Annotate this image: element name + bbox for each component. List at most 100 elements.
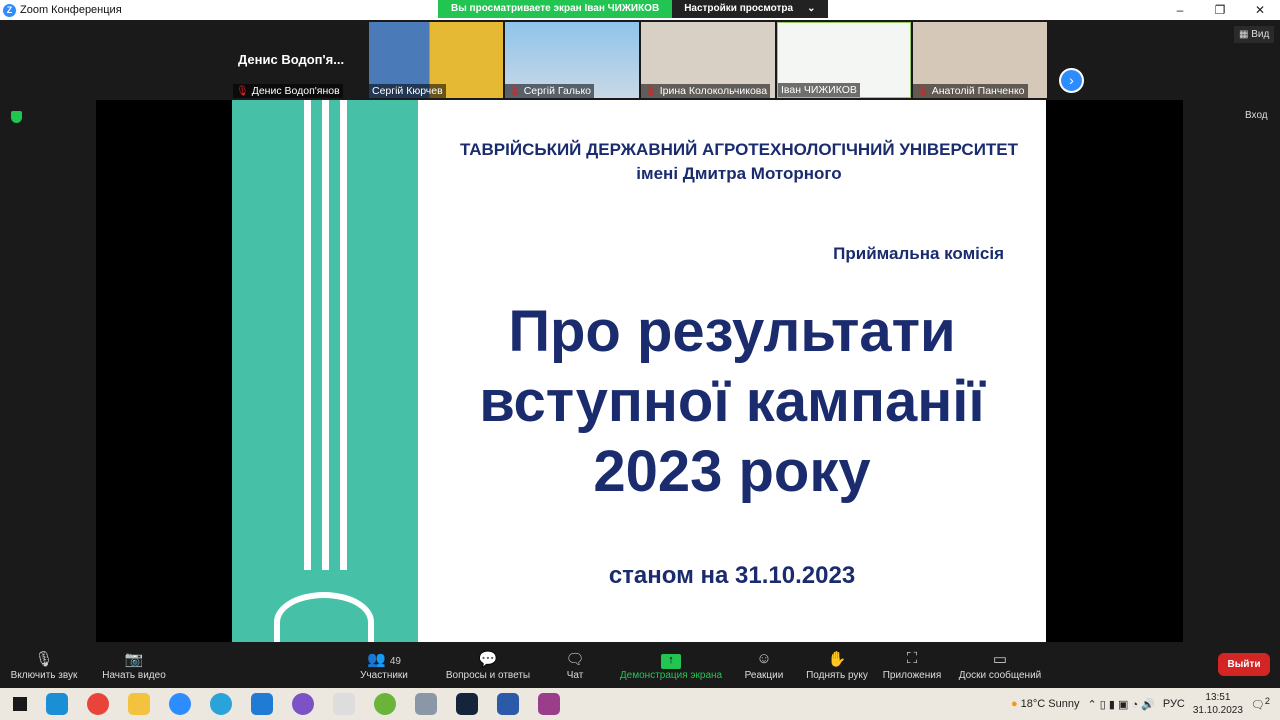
- reactions-label: Реакции: [744, 670, 784, 681]
- leave-button[interactable]: Выйти: [1218, 653, 1270, 676]
- participant-tile[interactable]: Денис Водоп'я... 🎙 Денис Водоп'янов: [233, 22, 367, 98]
- presentation-slide: ТАВРІЙСЬКИЙ ДЕРЖАВНИЙ АГРОТЕХНОЛОГІЧНИЙ …: [232, 100, 1046, 642]
- slide-title-line3: 2023 року: [593, 439, 871, 504]
- participant-name: Сергій Галько: [523, 85, 591, 97]
- vpn-icon[interactable]: [456, 693, 478, 715]
- muted-mic-icon: 🎙: [916, 86, 929, 97]
- whiteboards-button[interactable]: ▭ Доски сообщений: [952, 650, 1048, 681]
- muted-mic-icon: 🎙: [236, 86, 249, 97]
- start-video-label: Начать видео: [102, 670, 166, 681]
- word-icon[interactable]: [497, 693, 519, 715]
- smiley-icon: ☺: [756, 650, 772, 667]
- raise-hand-label: Поднять руку: [806, 670, 868, 681]
- participants-count: 49: [389, 656, 401, 667]
- reactions-button[interactable]: ☺ Реакции: [738, 650, 790, 681]
- language-indicator[interactable]: РУС: [1163, 698, 1185, 710]
- participant-tile[interactable]: 🎙 Ірина Колокольчикова: [641, 22, 775, 98]
- apps-button[interactable]: ⛶ Приложения: [878, 650, 946, 681]
- raise-hand-button[interactable]: ✋ Поднять руку: [800, 650, 874, 681]
- start-video-button[interactable]: 📷 Начать видео: [98, 650, 170, 681]
- participant-tile[interactable]: 🎙 Сергій Галько: [505, 22, 639, 98]
- window-title: Zoom Конференция: [20, 4, 122, 16]
- utorrent-icon[interactable]: [374, 693, 396, 715]
- unmute-button[interactable]: 🎙 Включить звук: [6, 650, 82, 681]
- chat-icon: 🗨: [565, 651, 585, 668]
- qa-icon: 💬: [478, 651, 498, 668]
- sun-icon: ●: [1010, 698, 1018, 710]
- weather-widget[interactable]: ● 18°C Sunny: [1011, 698, 1080, 710]
- apps-label: Приложения: [882, 670, 942, 681]
- telegram-icon[interactable]: [210, 693, 232, 715]
- system-tray: ● 18°C Sunny ⌃ ▯ ▮ ▣ ◔ 🔊 РУС 13:51 31.10.…: [1011, 688, 1280, 720]
- file-explorer-icon[interactable]: [128, 693, 150, 715]
- active-speaker-name: Денис Водоп'я...: [238, 52, 345, 67]
- whiteboard-icon: ▭: [992, 651, 1008, 668]
- chrome-icon[interactable]: [87, 693, 109, 715]
- tray-icons[interactable]: ⌃ ▯ ▮ ▣ ◔ 🔊: [1088, 698, 1155, 711]
- participant-name: Іван ЧИЖИКОВ: [781, 84, 857, 96]
- security-shield-icon: [11, 111, 22, 123]
- mail-icon[interactable]: [251, 693, 273, 715]
- share-arrow-icon: ↑: [661, 654, 681, 669]
- chat-button[interactable]: 🗨 Чат: [560, 650, 590, 681]
- unmute-label: Включить звук: [10, 670, 78, 681]
- slide-teal-band: [232, 100, 418, 642]
- clock[interactable]: 13:51 31.10.2023: [1193, 691, 1243, 717]
- calculator-icon[interactable]: [415, 693, 437, 715]
- hand-icon: ✋: [827, 651, 847, 668]
- commission-label: Приймальна комісія: [833, 244, 1004, 263]
- share-banner: Вы просматриваете экран Іван ЧИЖИКОВ Нас…: [438, 0, 828, 18]
- participant-name: Денис Водоп'янов: [251, 85, 340, 97]
- participant-name: Анатолій Панченко: [931, 85, 1025, 97]
- share-label: Демонстрация экрана: [619, 670, 723, 681]
- muted-mic-icon: 🎙: [508, 86, 521, 97]
- university-named-after: імені Дмитра Моторного: [636, 164, 842, 183]
- clock-date: 31.10.2023: [1192, 705, 1243, 716]
- view-settings-button[interactable]: Настройки просмотра ⌄: [672, 0, 828, 18]
- zoom-icon[interactable]: [169, 693, 191, 715]
- viber-icon[interactable]: [292, 693, 314, 715]
- meeting-toolbar: 🎙 Включить звук 📷 Начать видео 👥 49 Участни…: [0, 642, 1280, 688]
- whiteboards-label: Доски сообщений: [958, 670, 1042, 681]
- participants-label: Участники: [360, 670, 408, 681]
- participant-name: Ірина Колокольчикова: [659, 85, 768, 97]
- participant-tile[interactable]: 🎙 Анатолій Панченко: [913, 22, 1047, 98]
- participant-tile[interactable]: Іван ЧИЖИКОВ: [777, 22, 911, 98]
- participant-strip: Денис Водоп'я... 🎙 Денис Водоп'янов Сергі…: [0, 20, 1280, 100]
- view-settings-label: Настройки просмотра: [684, 3, 794, 14]
- people-icon: 👥: [367, 651, 386, 668]
- view-label: Вид: [1251, 29, 1270, 40]
- close-button[interactable]: ✕: [1240, 0, 1280, 20]
- grid-icon: ▦: [1239, 29, 1252, 40]
- mic-muted-icon: 🎙: [34, 651, 54, 668]
- participant-name: Сергій Кюрчев: [372, 85, 443, 97]
- slide-title-line2: вступної кампанії: [479, 369, 985, 434]
- edge-icon[interactable]: [46, 693, 68, 715]
- participants-button[interactable]: 👥 49 Участники: [354, 650, 414, 681]
- viewing-screen-label: Вы просматриваете экран Іван ЧИЖИКОВ: [438, 0, 673, 18]
- chevron-down-icon: ⌄: [807, 3, 816, 14]
- slide-title-line1: Про результати: [508, 299, 956, 364]
- clock-time: 13:51: [1205, 692, 1231, 703]
- share-screen-button[interactable]: ↑ Демонстрация экрана: [614, 650, 728, 681]
- book-logo-icon: [274, 592, 374, 642]
- next-page-button[interactable]: ›: [1059, 68, 1084, 93]
- participant-tile[interactable]: Сергій Кюрчев: [369, 22, 503, 98]
- qa-label: Вопросы и ответы: [445, 670, 531, 681]
- slide-date: станом на 31.10.2023: [608, 562, 856, 589]
- calendar-icon[interactable]: [333, 693, 355, 715]
- windows-start-icon[interactable]: [13, 697, 27, 711]
- chat-label: Чат: [566, 670, 584, 681]
- zoom-logo-icon: Z: [3, 3, 16, 17]
- view-button[interactable]: ▦ Вид: [1234, 26, 1275, 43]
- notification-count: 2: [1264, 696, 1270, 707]
- apps-icon: ⛶: [906, 650, 918, 667]
- enter-button[interactable]: Вход: [1245, 110, 1268, 121]
- winrar-icon[interactable]: [538, 693, 560, 715]
- video-off-icon: 📷: [124, 651, 144, 668]
- notifications-button[interactable]: 🗨2: [1251, 696, 1270, 712]
- qa-button[interactable]: 💬 Вопросы и ответы: [442, 650, 534, 681]
- minimize-button[interactable]: –: [1160, 0, 1200, 20]
- university-name: ТАВРІЙСЬКИЙ ДЕРЖАВНИЙ АГРОТЕХНОЛОГІЧНИЙ …: [459, 140, 1019, 159]
- restore-button[interactable]: ❐: [1200, 0, 1240, 20]
